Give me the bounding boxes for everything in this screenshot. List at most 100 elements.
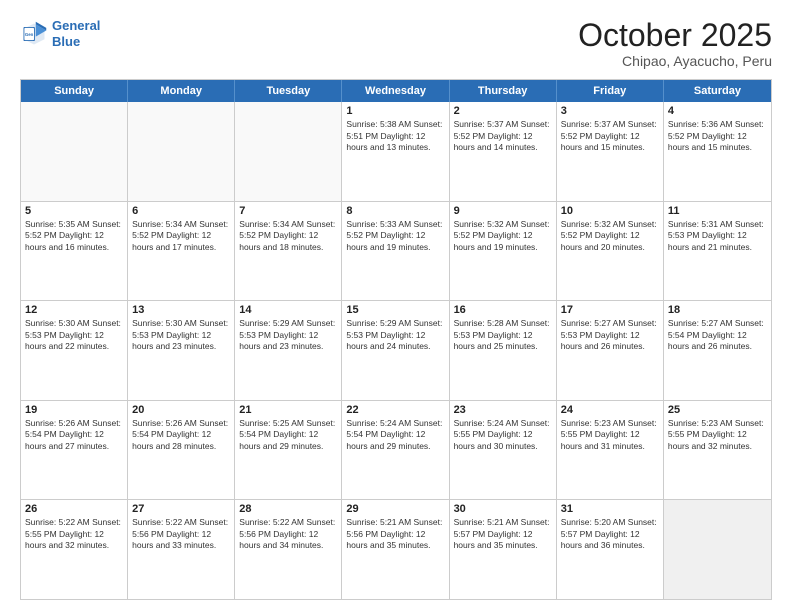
cell-content: Sunrise: 5:30 AM Sunset: 5:53 PM Dayligh… (25, 318, 123, 352)
calendar-row-1: 1 Sunrise: 5:38 AM Sunset: 5:51 PM Daylig… (21, 102, 771, 201)
day-number: 6 (132, 205, 230, 217)
header-sunday: Sunday (21, 80, 128, 102)
day-number: 8 (346, 205, 444, 217)
cell-content: Sunrise: 5:36 AM Sunset: 5:52 PM Dayligh… (668, 119, 767, 153)
header-saturday: Saturday (664, 80, 771, 102)
calendar-body: 1 Sunrise: 5:38 AM Sunset: 5:51 PM Daylig… (21, 102, 771, 599)
calendar-cell: 28 Sunrise: 5:22 AM Sunset: 5:56 PM Dayli… (235, 500, 342, 599)
calendar-row-2: 5 Sunrise: 5:35 AM Sunset: 5:52 PM Daylig… (21, 201, 771, 301)
day-number: 22 (346, 404, 444, 416)
day-number: 30 (454, 503, 552, 515)
calendar-cell: 22 Sunrise: 5:24 AM Sunset: 5:54 PM Dayli… (342, 401, 449, 500)
cell-content: Sunrise: 5:28 AM Sunset: 5:53 PM Dayligh… (454, 318, 552, 352)
calendar-cell: 23 Sunrise: 5:24 AM Sunset: 5:55 PM Dayli… (450, 401, 557, 500)
cell-content: Sunrise: 5:20 AM Sunset: 5:57 PM Dayligh… (561, 517, 659, 551)
day-number: 19 (25, 404, 123, 416)
calendar-cell: 25 Sunrise: 5:23 AM Sunset: 5:55 PM Dayli… (664, 401, 771, 500)
calendar-cell: 1 Sunrise: 5:38 AM Sunset: 5:51 PM Daylig… (342, 102, 449, 201)
calendar-cell: 14Sunrise: 5:29 AM Sunset: 5:53 PM Dayli… (235, 301, 342, 400)
calendar-cell: 2 Sunrise: 5:37 AM Sunset: 5:52 PM Daylig… (450, 102, 557, 201)
day-number: 2 (454, 105, 552, 117)
calendar-cell: 29 Sunrise: 5:21 AM Sunset: 5:56 PM Dayli… (342, 500, 449, 599)
title-block: October 2025 Chipao, Ayacucho, Peru (578, 18, 772, 69)
day-number: 12 (25, 304, 123, 316)
month-title: October 2025 (578, 18, 772, 53)
calendar: Sunday Monday Tuesday Wednesday Thursday… (20, 79, 772, 600)
cell-content: Sunrise: 5:37 AM Sunset: 5:52 PM Dayligh… (561, 119, 659, 153)
cell-content: Sunrise: 5:38 AM Sunset: 5:51 PM Dayligh… (346, 119, 444, 153)
day-number: 7 (239, 205, 337, 217)
cell-content: Sunrise: 5:24 AM Sunset: 5:54 PM Dayligh… (346, 418, 444, 452)
calendar-cell: 11 Sunrise: 5:31 AM Sunset: 5:53 PM Dayli… (664, 202, 771, 301)
calendar-cell: 16 Sunrise: 5:28 AM Sunset: 5:53 PM Dayli… (450, 301, 557, 400)
calendar-cell: 31 Sunrise: 5:20 AM Sunset: 5:57 PM Dayli… (557, 500, 664, 599)
logo: Gen General Blue (20, 18, 100, 49)
day-number: 14 (239, 304, 337, 316)
cell-content: Sunrise: 5:22 AM Sunset: 5:56 PM Dayligh… (239, 517, 337, 551)
calendar-row-3: 12 Sunrise: 5:30 AM Sunset: 5:53 PM Dayli… (21, 300, 771, 400)
cell-content: Sunrise: 5:22 AM Sunset: 5:55 PM Dayligh… (25, 517, 123, 551)
logo-line2: Blue (52, 34, 80, 49)
day-number: 27 (132, 503, 230, 515)
subtitle: Chipao, Ayacucho, Peru (578, 53, 772, 69)
day-number: 5 (25, 205, 123, 217)
header-wednesday: Wednesday (342, 80, 449, 102)
cell-content: Sunrise: 5:23 AM Sunset: 5:55 PM Dayligh… (668, 418, 767, 452)
day-number: 15 (346, 304, 444, 316)
header-tuesday: Tuesday (235, 80, 342, 102)
day-number: 28 (239, 503, 337, 515)
cell-content: Sunrise: 5:25 AM Sunset: 5:54 PM Dayligh… (239, 418, 337, 452)
day-number: 21 (239, 404, 337, 416)
page: Gen General Blue October 2025 Chipao, Ay… (0, 0, 792, 612)
day-number: 11 (668, 205, 767, 217)
logo-text: General Blue (52, 18, 100, 49)
calendar-cell: 4 Sunrise: 5:36 AM Sunset: 5:52 PM Daylig… (664, 102, 771, 201)
day-number: 13 (132, 304, 230, 316)
calendar-cell: 24 Sunrise: 5:23 AM Sunset: 5:55 PM Dayli… (557, 401, 664, 500)
cell-content: Sunrise: 5:21 AM Sunset: 5:56 PM Dayligh… (346, 517, 444, 551)
calendar-cell (128, 102, 235, 201)
cell-content: Sunrise: 5:35 AM Sunset: 5:52 PM Dayligh… (25, 219, 123, 253)
day-number: 3 (561, 105, 659, 117)
calendar-cell: 26Sunrise: 5:22 AM Sunset: 5:55 PM Dayli… (21, 500, 128, 599)
calendar-cell: 12 Sunrise: 5:30 AM Sunset: 5:53 PM Dayli… (21, 301, 128, 400)
cell-content: Sunrise: 5:24 AM Sunset: 5:55 PM Dayligh… (454, 418, 552, 452)
calendar-row-5: 26Sunrise: 5:22 AM Sunset: 5:55 PM Dayli… (21, 499, 771, 599)
calendar-cell: 18Sunrise: 5:27 AM Sunset: 5:54 PM Dayli… (664, 301, 771, 400)
calendar-cell: 3 Sunrise: 5:37 AM Sunset: 5:52 PM Daylig… (557, 102, 664, 201)
cell-content: Sunrise: 5:33 AM Sunset: 5:52 PM Dayligh… (346, 219, 444, 253)
calendar-cell (21, 102, 128, 201)
cell-content: Sunrise: 5:34 AM Sunset: 5:52 PM Dayligh… (239, 219, 337, 253)
day-number: 25 (668, 404, 767, 416)
cell-content: Sunrise: 5:23 AM Sunset: 5:55 PM Dayligh… (561, 418, 659, 452)
calendar-header: Sunday Monday Tuesday Wednesday Thursday… (21, 80, 771, 102)
day-number: 1 (346, 105, 444, 117)
day-number: 23 (454, 404, 552, 416)
calendar-cell: 13Sunrise: 5:30 AM Sunset: 5:53 PM Dayli… (128, 301, 235, 400)
calendar-cell (235, 102, 342, 201)
day-number: 17 (561, 304, 659, 316)
calendar-row-4: 19 Sunrise: 5:26 AM Sunset: 5:54 PM Dayli… (21, 400, 771, 500)
header: Gen General Blue October 2025 Chipao, Ay… (20, 18, 772, 69)
day-number: 4 (668, 105, 767, 117)
calendar-cell: 19 Sunrise: 5:26 AM Sunset: 5:54 PM Dayli… (21, 401, 128, 500)
calendar-cell: 7 Sunrise: 5:34 AM Sunset: 5:52 PM Daylig… (235, 202, 342, 301)
calendar-cell: 15 Sunrise: 5:29 AM Sunset: 5:53 PM Dayli… (342, 301, 449, 400)
day-number: 20 (132, 404, 230, 416)
cell-content: Sunrise: 5:26 AM Sunset: 5:54 PM Dayligh… (25, 418, 123, 452)
day-number: 10 (561, 205, 659, 217)
day-number: 24 (561, 404, 659, 416)
calendar-cell: 6Sunrise: 5:34 AM Sunset: 5:52 PM Daylig… (128, 202, 235, 301)
cell-content: Sunrise: 5:29 AM Sunset: 5:53 PM Dayligh… (346, 318, 444, 352)
calendar-cell: 9Sunrise: 5:32 AM Sunset: 5:52 PM Daylig… (450, 202, 557, 301)
calendar-cell (664, 500, 771, 599)
cell-content: Sunrise: 5:31 AM Sunset: 5:53 PM Dayligh… (668, 219, 767, 253)
cell-content: Sunrise: 5:32 AM Sunset: 5:52 PM Dayligh… (561, 219, 659, 253)
cell-content: Sunrise: 5:22 AM Sunset: 5:56 PM Dayligh… (132, 517, 230, 551)
cell-content: Sunrise: 5:32 AM Sunset: 5:52 PM Dayligh… (454, 219, 552, 253)
logo-line1: General (52, 18, 100, 33)
cell-content: Sunrise: 5:37 AM Sunset: 5:52 PM Dayligh… (454, 119, 552, 153)
day-number: 31 (561, 503, 659, 515)
day-number: 29 (346, 503, 444, 515)
day-number: 16 (454, 304, 552, 316)
